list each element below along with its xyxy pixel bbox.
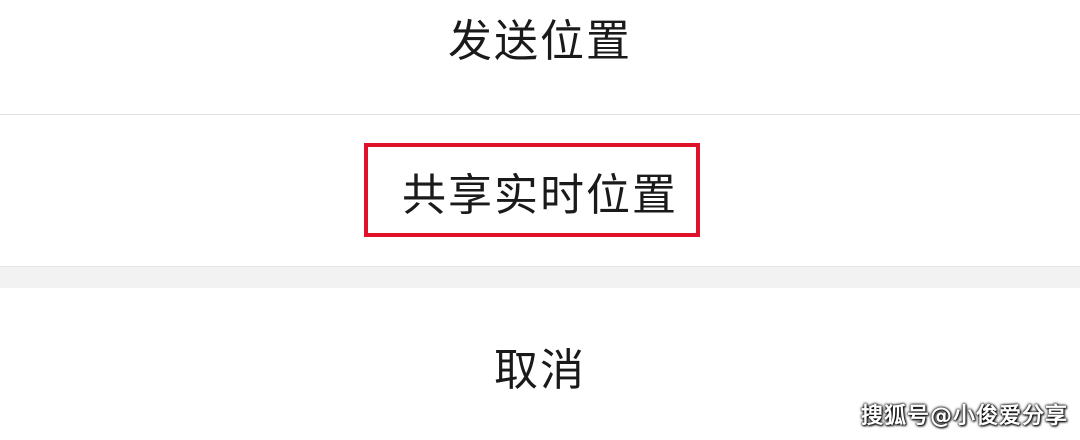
send-location-option[interactable]: 发送位置 (0, 0, 1080, 115)
section-divider (0, 266, 1080, 289)
share-live-location-option[interactable]: 共享实时位置 (0, 115, 1080, 266)
watermark: 搜狐号@小俊爱分享 (860, 404, 1068, 429)
location-action-sheet: 发送位置 共享实时位置 取消 搜狐号@小俊爱分享 (0, 0, 1080, 440)
share-live-location-label: 共享实时位置 (402, 169, 678, 221)
cancel-label: 取消 (494, 345, 586, 396)
send-location-label: 发送位置 (448, 16, 632, 67)
